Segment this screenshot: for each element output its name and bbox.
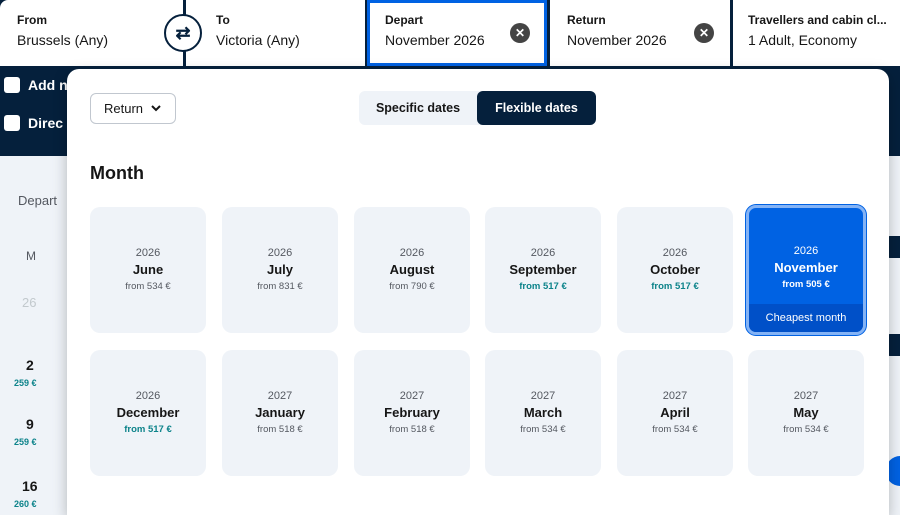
travellers-value: 1 Adult, Economy [748,32,857,48]
swap-arrows-icon[interactable]: ⇄ [164,14,202,52]
month-card-price: from 831 € [257,281,303,292]
bg-weekday: M [26,249,36,263]
date-mode-toggle: Specific dates Flexible dates [359,91,596,125]
bg-prev-day: 26 [22,295,37,310]
month-card-name: August [389,262,435,277]
to-value: Victoria (Any) [216,32,300,48]
from-field[interactable]: From Brussels (Any) [0,0,183,66]
month-card-year: 2026 [530,247,556,259]
bg-day[interactable]: 16 [22,478,38,494]
month-card-march[interactable]: 2027 March from 534 € [485,350,601,476]
month-card-year: 2026 [399,247,425,259]
month-card-name: January [255,405,305,420]
month-card-year: 2026 [793,245,819,257]
bg-day[interactable]: 2 [26,357,34,373]
month-card-name: November [774,260,838,275]
direct-checkbox[interactable] [4,115,20,131]
from-label: From [17,13,47,27]
trip-type-value: Return [104,101,144,116]
tab-flexible-dates[interactable]: Flexible dates [477,91,596,125]
month-card-year: 2027 [662,390,688,402]
month-card-august[interactable]: 2026 August from 790 € [354,207,470,333]
month-card-name: October [650,262,700,277]
month-card-name: June [132,262,164,277]
month-card-year: 2027 [399,390,425,402]
month-card-name: December [116,405,180,420]
clear-return-icon[interactable]: ✕ [694,23,714,43]
add-nearby-label: Add n [28,77,68,93]
month-card-price: from 790 € [389,281,435,292]
month-card-year: 2026 [267,247,293,259]
month-card-price: from 517 € [519,281,567,292]
direct-checkbox-row[interactable]: Direc [0,111,63,135]
month-card-price: from 505 € [782,279,830,290]
month-card-january[interactable]: 2027 January from 518 € [222,350,338,476]
month-card-december[interactable]: 2026 December from 517 € [90,350,206,476]
tab-specific-dates[interactable]: Specific dates [359,91,477,125]
month-card-may[interactable]: 2027 May from 534 € [748,350,864,476]
month-card-price: from 517 € [124,424,172,435]
month-card-year: 2027 [793,390,819,402]
cheapest-month-badge: Cheapest month [749,304,863,332]
bg-day[interactable]: 9 [26,416,34,432]
month-card-price: from 534 € [783,424,829,435]
travellers-label: Travellers and cabin cl... [748,13,887,27]
travellers-field[interactable]: Travellers and cabin cl... 1 Adult, Econ… [733,0,900,66]
month-card-price: from 518 € [389,424,435,435]
to-label: To [216,13,230,27]
add-nearby-checkbox-row[interactable]: Add n [0,73,68,97]
month-card-year: 2026 [135,390,161,402]
month-card-name: April [660,405,690,420]
month-card-year: 2027 [267,390,293,402]
bg-day-price: 259 € [14,378,37,388]
add-nearby-checkbox[interactable] [4,77,20,93]
clear-depart-icon[interactable]: ✕ [510,23,530,43]
month-card-name: February [384,405,440,420]
month-card-year: 2026 [135,247,161,259]
from-value: Brussels (Any) [17,32,109,48]
month-card-april[interactable]: 2027 April from 534 € [617,350,733,476]
month-card-price: from 534 € [520,424,566,435]
month-card-price: from 534 € [125,281,171,292]
search-bar: From Brussels (Any) To Victoria (Any) ⇄ … [0,0,900,66]
month-card-name: March [523,405,563,420]
month-card-november[interactable]: 2026 November from 505 € Cheapest month [746,205,866,335]
month-card-price: from 534 € [652,424,698,435]
bg-depart-label: Depart [18,193,58,208]
month-card-name: May [793,405,819,420]
month-card-price: from 518 € [257,424,303,435]
bg-day-price: 260 € [14,499,37,509]
month-card-june[interactable]: 2026 June from 534 € [90,207,206,333]
direct-label: Direc [28,115,64,131]
month-heading: Month [90,163,144,183]
month-card-price: from 517 € [651,281,699,292]
to-field[interactable]: To Victoria (Any) [186,0,365,66]
month-card-september[interactable]: 2026 September from 517 € [485,207,601,333]
month-card-name: September [509,262,577,277]
month-card-february[interactable]: 2027 February from 518 € [354,350,470,476]
trip-type-select[interactable]: Return [90,93,176,124]
month-card-year: 2027 [530,390,556,402]
month-card-name: July [266,262,293,277]
month-card-october[interactable]: 2026 October from 517 € [617,207,733,333]
chevron-down-icon [151,103,161,115]
date-picker-dialog: Return Specific dates Flexible dates Mon… [67,69,889,515]
month-card-july[interactable]: 2026 July from 831 € [222,207,338,333]
month-card-year: 2026 [662,247,688,259]
bg-day-price: 259 € [14,437,37,447]
